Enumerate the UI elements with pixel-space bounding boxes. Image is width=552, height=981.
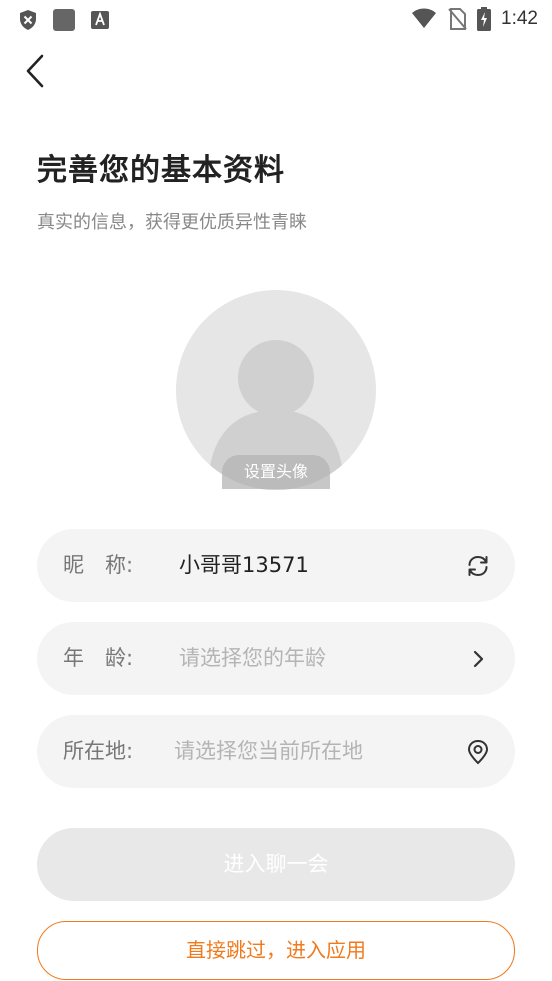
age-placeholder[interactable]: 请选择您的年龄	[179, 622, 326, 695]
location-label: 所在地:	[63, 739, 134, 763]
status-bar: 1:42	[0, 0, 552, 40]
font-icon	[91, 11, 109, 29]
refresh-icon[interactable]	[465, 553, 491, 579]
age-field[interactable]: 年 龄: 请选择您的年龄	[37, 622, 515, 695]
status-time: 1:42	[501, 8, 538, 29]
app-icon	[53, 9, 75, 31]
battery-charging-icon	[477, 7, 492, 31]
chevron-left-icon	[26, 54, 44, 88]
shield-icon	[20, 10, 36, 30]
age-label: 年 龄:	[63, 646, 134, 670]
skip-enter-app-button[interactable]: 直接跳过，进入应用	[37, 921, 515, 980]
nickname-value[interactable]: 小哥哥13571	[179, 529, 309, 602]
chevron-right-icon[interactable]	[465, 646, 491, 672]
location-placeholder[interactable]: 请选择您当前所在地	[174, 715, 363, 788]
wifi-icon	[412, 8, 437, 28]
status-right-icons: 1:42	[411, 7, 538, 31]
page-subtitle: 真实的信息，获得更优质异性青睐	[37, 212, 307, 233]
no-sim-icon	[448, 8, 467, 30]
nickname-label: 昵 称:	[63, 553, 134, 577]
location-pin-icon[interactable]	[465, 739, 491, 765]
nickname-field[interactable]: 昵 称: 小哥哥13571	[37, 529, 515, 602]
location-field[interactable]: 所在地: 请选择您当前所在地	[37, 715, 515, 788]
back-button[interactable]	[22, 52, 52, 90]
status-left-icons	[18, 8, 110, 32]
page-title: 完善您的基本资料	[37, 153, 285, 188]
set-avatar-label[interactable]: 设置头像	[222, 455, 330, 489]
enter-chat-button[interactable]: 进入聊一会	[37, 828, 515, 901]
